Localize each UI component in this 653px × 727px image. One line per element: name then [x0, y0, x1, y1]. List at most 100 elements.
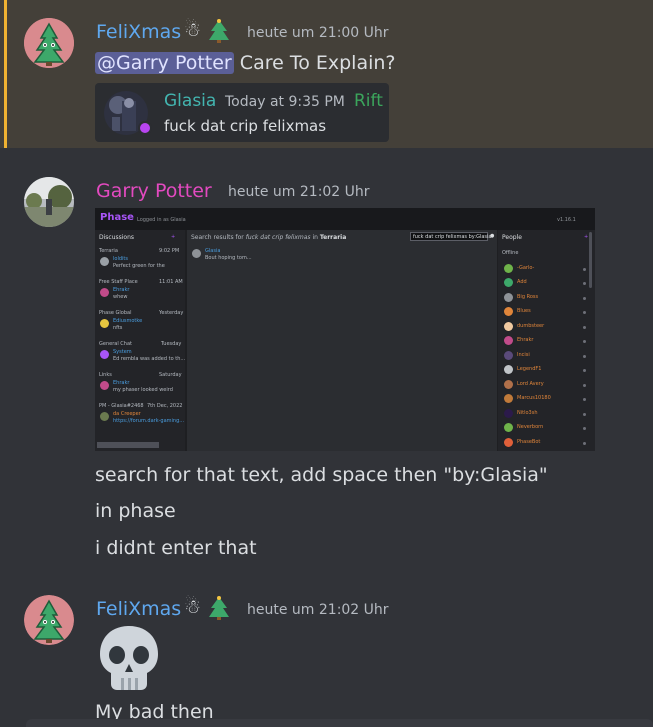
- snowman-icon: ☃: [184, 596, 202, 618]
- user-avatar-icon: [504, 365, 513, 374]
- person-name: Ehrakr: [517, 337, 534, 343]
- timestamp: heute um 21:02 Uhr: [247, 602, 389, 618]
- message-text: Care To Explain?: [239, 52, 396, 74]
- status-dot: [583, 384, 586, 387]
- status-dot: [583, 442, 586, 445]
- message-line: in phase: [95, 500, 176, 522]
- channel-name: PM - Glasia#2468: [99, 403, 144, 409]
- user-avatar-icon: [504, 307, 513, 316]
- christmas-tree-avatar-icon: [24, 595, 74, 645]
- person-name: Nitlo3sh: [517, 410, 538, 416]
- screenshot-attachment[interactable]: Phase Logged in as Glasia v1.16.1 Discus…: [95, 208, 595, 451]
- timestamp: heute um 21:02 Uhr: [228, 184, 370, 200]
- status-dot: [583, 355, 586, 358]
- channel-preview: whew: [113, 294, 128, 300]
- person-name: Neverborn: [517, 424, 544, 430]
- scrollbar[interactable]: [589, 232, 592, 288]
- search-server: Terraria: [319, 234, 347, 241]
- channel-name: Free Staff Place: [99, 279, 138, 285]
- channel-name: Phase Global: [99, 310, 132, 316]
- url-bar: [97, 442, 159, 448]
- logged-in-text: Logged in as Glasia: [137, 217, 186, 223]
- search-input-value: fuck dat crip felixmas by:Glasia: [413, 234, 492, 240]
- avatar[interactable]: [24, 595, 74, 645]
- offline-label: Offline: [502, 250, 519, 256]
- user-avatar-icon: [100, 257, 109, 266]
- avatar[interactable]: [24, 177, 74, 227]
- channel-name: General Chat: [99, 341, 132, 347]
- channel-user: da Creeper: [113, 411, 141, 417]
- search-query: fuck dat crip felixmas: [245, 234, 311, 241]
- channel-time: Tuesday: [161, 341, 182, 347]
- channel-time: 9:02 PM: [159, 248, 180, 254]
- channel-preview: Perfect green for the: [113, 263, 165, 269]
- channel-preview: https://forum.dark-gaming...: [113, 418, 185, 424]
- people-label: People: [502, 234, 522, 241]
- message-line: search for that text, add space then "by…: [95, 464, 548, 486]
- user-avatar-icon: [504, 278, 513, 287]
- user-avatar-icon: [100, 288, 109, 297]
- channel-time: 11:01 AM: [159, 279, 183, 285]
- person-name: Big Ross: [517, 294, 539, 300]
- timestamp: heute um 21:00 Uhr: [247, 25, 389, 41]
- person-name: Incisi: [517, 352, 530, 358]
- person-name: Marcus10180: [517, 395, 551, 401]
- quoted-message[interactable]: Glasia Today at 9:35 PM Rift fuck dat cr…: [95, 83, 389, 142]
- author-name[interactable]: Garry Potter: [96, 180, 212, 202]
- outdoor-photo-avatar-icon: [24, 177, 74, 227]
- author-name[interactable]: FeliXmas: [96, 21, 181, 43]
- author-name[interactable]: FeliXmas: [96, 598, 181, 620]
- user-avatar-icon: [504, 351, 513, 360]
- status-dot: [583, 282, 586, 285]
- search-results-title: Search results for fuck dat crip felixma…: [191, 234, 346, 241]
- avatar[interactable]: [24, 18, 74, 68]
- status-dot: [583, 268, 586, 271]
- channel-user: Ehrakr: [113, 380, 130, 386]
- status-dot: [583, 413, 586, 416]
- user-avatar-icon: [504, 336, 513, 345]
- channel-name: Terraria: [99, 248, 118, 254]
- status-dot: [583, 427, 586, 430]
- skull-icon: [100, 626, 158, 690]
- user-avatar-icon: [504, 423, 513, 432]
- clear-search-icon[interactable]: ●: [490, 233, 494, 239]
- discussions-label: Discussions: [99, 234, 135, 241]
- channel-time: 7th Dec, 2022: [147, 403, 183, 409]
- message-line: i didnt enter that: [95, 537, 257, 559]
- status-dot: [138, 121, 152, 135]
- christmas-tree-icon: [208, 596, 230, 624]
- christmas-tree-avatar-icon: [24, 18, 74, 68]
- search-results-panel: Search results for fuck dat crip felixma…: [187, 230, 497, 451]
- version-text: v1.16.1: [557, 217, 576, 223]
- search-prefix: Search results for: [191, 234, 244, 241]
- channel-preview: nfts: [113, 325, 123, 331]
- person-name: Lord Avery: [517, 381, 544, 387]
- user-mention[interactable]: @Garry Potter: [95, 52, 234, 74]
- status-dot: [583, 297, 586, 300]
- user-avatar-icon: [100, 350, 109, 359]
- status-dot: [583, 326, 586, 329]
- user-avatar-icon: [192, 249, 201, 258]
- channel-preview: my phaser looked weird: [113, 387, 173, 393]
- quoted-tag: Rift: [354, 91, 383, 111]
- channel-preview: Ed rembla was added to th...: [113, 356, 186, 362]
- quoted-author[interactable]: Glasia: [164, 91, 216, 111]
- quoted-text: fuck dat crip felixmas: [164, 117, 327, 135]
- user-avatar-icon: [504, 380, 513, 389]
- christmas-tree-icon: [208, 19, 230, 47]
- add-icon: +: [171, 234, 176, 240]
- status-dot: [583, 311, 586, 314]
- channel-user: loldits: [113, 256, 128, 262]
- user-avatar-icon: [100, 381, 109, 390]
- search-input[interactable]: fuck dat crip felixmas by:Glasia: [410, 232, 492, 241]
- user-avatar-icon: [100, 412, 109, 421]
- user-avatar-icon: [504, 264, 513, 273]
- user-avatar-icon: [100, 319, 109, 328]
- person-name: LegendF1: [517, 366, 542, 372]
- channel-time: Yesterday: [159, 310, 184, 316]
- search-in: in: [312, 234, 318, 241]
- snowman-icon: ☃: [184, 19, 202, 41]
- person-name: -Garlo-: [517, 265, 535, 271]
- person-name: PhaseBot: [517, 439, 541, 445]
- user-avatar-icon: [504, 438, 513, 447]
